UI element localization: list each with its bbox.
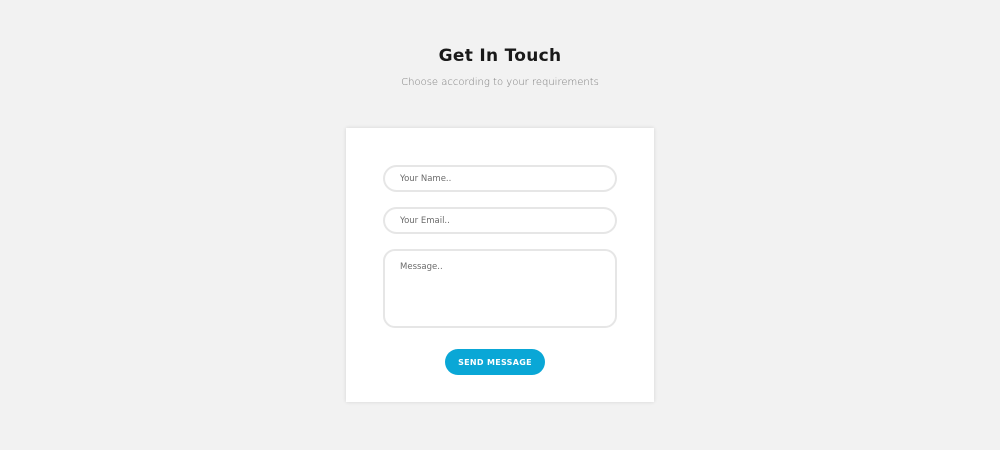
email-input[interactable]: [383, 207, 617, 234]
contact-form-card: SEND MESSAGE: [346, 128, 654, 402]
name-input[interactable]: [383, 165, 617, 192]
send-message-button[interactable]: SEND MESSAGE: [445, 349, 545, 375]
page-subtitle: Choose according to your requirements: [401, 77, 599, 88]
message-textarea[interactable]: [383, 249, 617, 328]
page-title: Get In Touch: [438, 46, 562, 66]
